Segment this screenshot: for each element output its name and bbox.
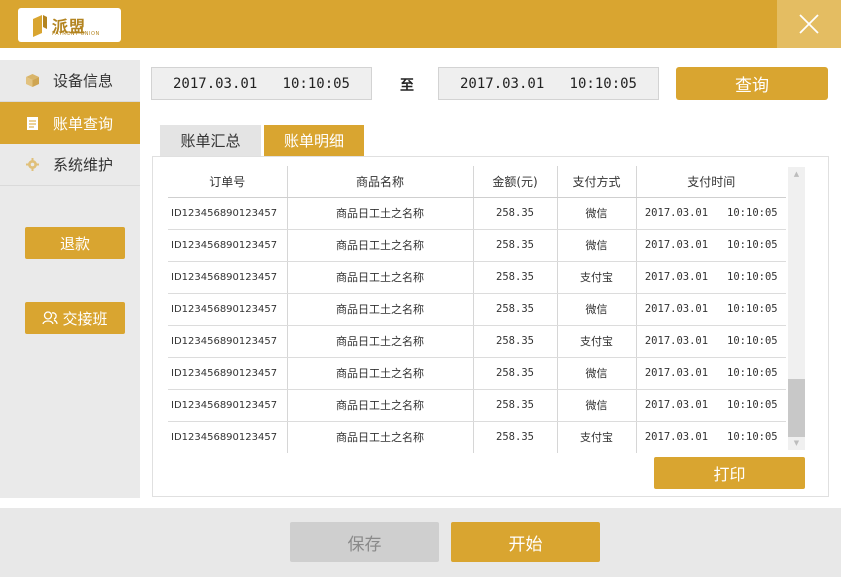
sidebar-item-system-maintenance[interactable]: 系统维护: [0, 144, 140, 186]
pay-method-cell: 微信: [557, 293, 637, 326]
app-window: 派盟 PAYMENT UNION 设备信息 账单查询 系统维护 退款 交接班 2…: [0, 0, 841, 577]
pay-method-cell: 支付宝: [557, 421, 637, 453]
product-name-cell: 商品日工土之名称: [287, 197, 474, 230]
close-button[interactable]: [777, 0, 841, 48]
tab-bill-detail[interactable]: 账单明细: [264, 125, 364, 156]
pay-time-cell: 2017.03.01 10:10:05: [636, 261, 786, 294]
sidebar-item-label: 设备信息: [53, 72, 114, 90]
sidebar-item-label: 账单查询: [53, 114, 114, 133]
table-row[interactable]: ID123456890123457 商品日工土之名称 258.35 微信 201…: [168, 197, 786, 230]
amount-cell: 258.35: [473, 229, 558, 262]
table-header-row: 订单号 商品名称 金额(元) 支付方式 支付时间: [168, 166, 786, 198]
sidebar: 设备信息 账单查询 系统维护 退款 交接班: [0, 60, 140, 498]
product-name-cell: 商品日工土之名称: [287, 325, 474, 358]
header-bar: 派盟 PAYMENT UNION: [0, 0, 841, 48]
logo: 派盟 PAYMENT UNION: [18, 8, 121, 42]
scroll-up-icon[interactable]: ▲: [788, 167, 805, 181]
amount-cell: 258.35: [473, 357, 558, 390]
order-no-cell: ID123456890123457: [168, 389, 288, 422]
pay-time-cell: 2017.03.01 10:10:05: [636, 325, 786, 358]
start-date-input[interactable]: 2017.03.01 10:10:05: [151, 67, 372, 100]
order-no-cell: ID123456890123457: [168, 293, 288, 326]
pay-method-cell: 支付宝: [557, 325, 637, 358]
pay-method-cell: 支付宝: [557, 261, 637, 294]
end-date-input[interactable]: 2017.03.01 10:10:05: [438, 67, 659, 100]
column-header-pay-method[interactable]: 支付方式: [557, 166, 637, 198]
pay-method-cell: 微信: [557, 389, 637, 422]
amount-cell: 258.35: [473, 421, 558, 453]
amount-cell: 258.35: [473, 261, 558, 294]
pay-time-cell: 2017.03.01 10:10:05: [636, 229, 786, 262]
order-no-cell: ID123456890123457: [168, 421, 288, 453]
people-icon: [42, 311, 59, 325]
query-button[interactable]: 查询: [676, 67, 828, 100]
product-name-cell: 商品日工土之名称: [287, 357, 474, 390]
table-row[interactable]: ID123456890123457 商品日工土之名称 258.35 微信 201…: [168, 357, 786, 390]
amount-cell: 258.35: [473, 197, 558, 230]
order-no-cell: ID123456890123457: [168, 261, 288, 294]
date-range-separator: 至: [400, 78, 414, 94]
close-icon: [799, 14, 819, 34]
amount-cell: 258.35: [473, 389, 558, 422]
sidebar-item-bill-query[interactable]: 账单查询: [0, 102, 140, 144]
start-button[interactable]: 开始: [451, 522, 600, 562]
pay-time-cell: 2017.03.01 10:10:05: [636, 293, 786, 326]
table-row[interactable]: ID123456890123457 商品日工土之名称 258.35 支付宝 20…: [168, 421, 786, 453]
pay-time-cell: 2017.03.01 10:10:05: [636, 197, 786, 230]
cube-icon: [25, 74, 39, 88]
table-row[interactable]: ID123456890123457 商品日工土之名称 258.35 支付宝 20…: [168, 325, 786, 358]
column-header-pay-time[interactable]: 支付时间: [636, 166, 786, 198]
pay-time-cell: 2017.03.01 10:10:05: [636, 389, 786, 422]
refund-button[interactable]: 退款: [25, 227, 125, 259]
table-row[interactable]: ID123456890123457 商品日工土之名称 258.35 微信 201…: [168, 229, 786, 262]
product-name-cell: 商品日工土之名称: [287, 421, 474, 453]
print-button[interactable]: 打印: [654, 457, 805, 489]
handover-button[interactable]: 交接班: [25, 302, 125, 334]
logo-mark-icon: [33, 15, 47, 37]
document-icon: [25, 116, 39, 130]
column-header-product-name[interactable]: 商品名称: [287, 166, 474, 198]
order-no-cell: ID123456890123457: [168, 357, 288, 390]
pay-time-cell: 2017.03.01 10:10:05: [644, 431, 778, 444]
column-header-amount[interactable]: 金额(元): [473, 166, 558, 198]
pay-method-cell: 微信: [557, 357, 637, 390]
column-header-order-no[interactable]: 订单号: [168, 166, 288, 198]
sidebar-item-device-info[interactable]: 设备信息: [0, 60, 140, 102]
order-no-cell: ID123456890123457: [168, 229, 288, 262]
product-name-cell: 商品日工土之名称: [287, 389, 474, 422]
bill-table: 订单号 商品名称 金额(元) 支付方式 支付时间 ID1234568901234…: [168, 166, 786, 453]
amount-cell: 258.35: [473, 293, 558, 326]
pay-time-cell: 2017.03.01 10:10:05: [636, 357, 786, 390]
save-button[interactable]: 保存: [290, 522, 439, 562]
sidebar-item-label: 系统维护: [53, 156, 114, 174]
tab-bill-summary[interactable]: 账单汇总: [160, 125, 261, 156]
scroll-down-icon[interactable]: ▼: [788, 436, 805, 450]
table-row[interactable]: ID123456890123457 商品日工土之名称 258.35 支付宝 20…: [168, 261, 786, 294]
table-row[interactable]: ID123456890123457 商品日工土之名称 258.35 微信 201…: [168, 293, 786, 326]
pay-method-cell: 微信: [557, 197, 637, 230]
pay-method-cell: 微信: [557, 229, 637, 262]
product-name-cell: 商品日工土之名称: [287, 229, 474, 262]
handover-label: 交接班: [62, 309, 108, 328]
order-no-cell: ID123456890123457: [168, 325, 288, 358]
amount-cell: 258.35: [473, 325, 558, 358]
table-row[interactable]: ID123456890123457 商品日工土之名称 258.35 微信 201…: [168, 389, 786, 422]
product-name-cell: 商品日工土之名称: [287, 261, 474, 294]
product-name-cell: 商品日工土之名称: [287, 293, 474, 326]
scrollbar-thumb[interactable]: [788, 379, 805, 437]
gear-icon: [25, 158, 39, 172]
table-scrollbar[interactable]: ▲ ▼: [788, 167, 805, 450]
order-no-cell: ID123456890123457: [168, 197, 288, 230]
logo-subtext: PAYMENT UNION: [52, 31, 100, 37]
